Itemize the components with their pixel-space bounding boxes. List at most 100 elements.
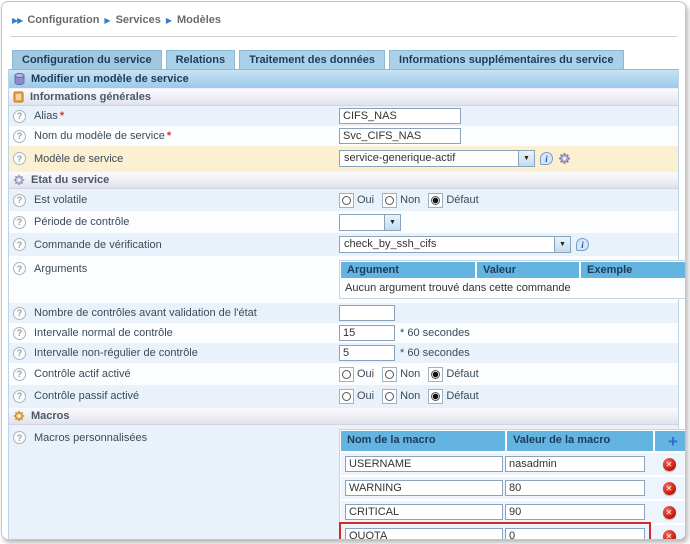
help-icon[interactable]: ?: [13, 216, 26, 229]
help-icon[interactable]: ?: [13, 194, 26, 207]
macro-name-input[interactable]: [345, 528, 503, 540]
info-icon[interactable]: i: [540, 152, 553, 165]
tab-informations-supplementaires[interactable]: Informations supplémentaires du service: [389, 50, 624, 69]
radio-defaut[interactable]: [428, 389, 443, 404]
field-label: Période de contrôle: [34, 216, 129, 228]
field-row-controle-passif: ? Contrôle passif activé Oui Non Défaut: [9, 385, 678, 407]
arguments-empty-message: Aucun argument trouvé dans cette command…: [341, 278, 686, 297]
radio-oui[interactable]: [339, 193, 354, 208]
check-command-select[interactable]: check_by_ssh_cifs ▼: [339, 236, 571, 253]
breadcrumb-item-configuration[interactable]: Configuration: [27, 14, 99, 26]
help-icon[interactable]: ?: [13, 327, 26, 340]
radio-oui[interactable]: [339, 367, 354, 382]
info-icon[interactable]: i: [576, 238, 589, 251]
field-row-macros-personnalisees: ? Macros personnalisées Nom de la macro …: [9, 425, 678, 540]
alias-input[interactable]: [339, 108, 461, 124]
macros-col-name: Nom de la macro: [341, 431, 505, 451]
required-marker: *: [60, 110, 64, 122]
field-row-nom-modele: ? Nom du modèle de service*: [9, 126, 678, 146]
tab-bar: Configuration du service Relations Trait…: [12, 50, 679, 69]
macro-value-input[interactable]: [505, 480, 645, 496]
section-macros: Macros: [9, 407, 678, 425]
delete-macro-button[interactable]: ✕: [663, 530, 676, 541]
radio-non[interactable]: [382, 389, 397, 404]
radio-defaut[interactable]: [428, 193, 443, 208]
service-template-name-input[interactable]: [339, 128, 461, 144]
section-informations-generales: Informations générales: [9, 88, 678, 106]
field-row-arguments: ? Arguments Argument Valeur Exemple Aucu…: [9, 256, 678, 303]
form-title-bar: Modifier un modèle de service: [9, 69, 678, 88]
field-row-periode-de-controle: ? Période de contrôle ▼: [9, 211, 678, 233]
field-label: Nombre de contrôles avant validation de …: [34, 307, 257, 319]
help-icon[interactable]: ?: [13, 307, 26, 320]
help-icon[interactable]: ?: [13, 368, 26, 381]
help-icon[interactable]: ?: [13, 152, 26, 165]
chevron-down-icon[interactable]: ▼: [384, 215, 400, 230]
chevron-down-icon[interactable]: ▼: [518, 151, 534, 166]
radio-oui[interactable]: [339, 389, 354, 404]
gear-color-icon: [13, 410, 25, 422]
field-label: Commande de vérification: [34, 239, 162, 251]
macro-value-input[interactable]: [505, 456, 645, 472]
delete-macro-button[interactable]: ✕: [663, 482, 676, 495]
tab-traitement-des-donnees[interactable]: Traitement des données: [239, 50, 385, 69]
macro-name-input[interactable]: [345, 480, 503, 496]
macro-name-input[interactable]: [345, 504, 503, 520]
radio-non[interactable]: [382, 367, 397, 382]
arguments-col-exemple: Exemple: [581, 262, 686, 278]
breadcrumb-item-services[interactable]: Services: [116, 14, 161, 26]
normal-check-interval-input[interactable]: [339, 325, 395, 341]
field-row-modele-de-service: ? Modèle de service service-generique-ac…: [9, 146, 678, 171]
help-icon[interactable]: ?: [13, 347, 26, 360]
controle-passif-radio-group: Oui Non Défaut: [339, 389, 484, 404]
radio-label-oui: Oui: [357, 390, 374, 402]
arguments-col-valeur: Valeur: [477, 262, 579, 278]
chevron-down-icon[interactable]: ▼: [554, 237, 570, 252]
help-icon[interactable]: ?: [13, 431, 26, 444]
radio-non[interactable]: [382, 193, 397, 208]
field-label: Contrôle actif activé: [34, 368, 131, 380]
section-title: Macros: [31, 410, 70, 422]
radio-defaut[interactable]: [428, 367, 443, 382]
radio-label-defaut: Défaut: [446, 194, 478, 206]
radio-label-defaut: Défaut: [446, 390, 478, 402]
macro-row-quota: ✕: [341, 525, 686, 540]
macro-value-input[interactable]: [505, 504, 645, 520]
macro-value-input[interactable]: [505, 528, 645, 540]
field-row-nombre-controles: ? Nombre de contrôles avant validation d…: [9, 303, 678, 323]
help-icon[interactable]: ?: [13, 238, 26, 251]
help-icon[interactable]: ?: [13, 130, 26, 143]
field-label: Arguments: [34, 263, 87, 275]
interval-suffix: * 60 secondes: [400, 347, 470, 359]
help-icon[interactable]: ?: [13, 390, 26, 403]
help-icon[interactable]: ?: [13, 110, 26, 123]
delete-macro-button[interactable]: ✕: [663, 506, 676, 519]
controle-actif-radio-group: Oui Non Défaut: [339, 367, 484, 382]
delete-macro-button[interactable]: ✕: [663, 458, 676, 471]
help-icon[interactable]: ?: [13, 262, 26, 275]
arguments-col-argument: Argument: [341, 262, 475, 278]
field-row-intervalle-normal: ? Intervalle normal de contrôle * 60 sec…: [9, 323, 678, 343]
macros-table: Nom de la macro Valeur de la macro + ✕: [339, 429, 686, 540]
field-row-controle-actif: ? Contrôle actif activé Oui Non Défaut: [9, 363, 678, 385]
retry-check-interval-input[interactable]: [339, 345, 395, 361]
radio-label-oui: Oui: [357, 194, 374, 206]
breadcrumb-item-modeles[interactable]: Modèles: [177, 14, 221, 26]
macro-name-input[interactable]: [345, 456, 503, 472]
add-macro-button[interactable]: +: [668, 433, 678, 450]
form-content: Modifier un modèle de service Informatio…: [8, 69, 679, 540]
breadcrumb-separator-icon: ▶: [166, 16, 172, 25]
radio-label-defaut: Défaut: [446, 368, 478, 380]
field-label: Intervalle normal de contrôle: [34, 327, 173, 339]
service-template-select[interactable]: service-generique-actif ▼: [339, 150, 535, 167]
tab-relations[interactable]: Relations: [166, 50, 236, 69]
max-check-attempts-input[interactable]: [339, 305, 395, 321]
tab-configuration-du-service[interactable]: Configuration du service: [12, 50, 162, 69]
field-row-alias: ? Alias*: [9, 106, 678, 126]
database-icon: [14, 73, 25, 85]
arguments-table: Argument Valeur Exemple Aucun argument t…: [339, 260, 686, 299]
gear-icon[interactable]: [558, 152, 571, 165]
interval-suffix: * 60 secondes: [400, 327, 470, 339]
radio-label-non: Non: [400, 368, 420, 380]
check-period-select[interactable]: ▼: [339, 214, 401, 231]
